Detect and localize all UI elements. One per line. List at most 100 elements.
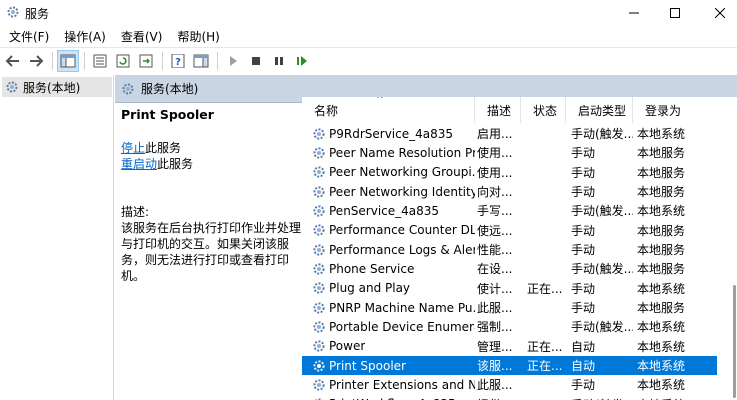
stop-service-button[interactable] xyxy=(245,50,267,72)
service-status xyxy=(521,124,566,143)
restart-service-button[interactable] xyxy=(291,50,313,72)
toolbar-separator xyxy=(217,52,218,70)
maximize-button[interactable] xyxy=(652,0,698,26)
window-title: 服务 xyxy=(25,7,50,21)
service-name: Printer Extensions and N... xyxy=(329,377,475,392)
service-name-cell: Plug and Play xyxy=(302,279,475,298)
service-name: Plug and Play xyxy=(329,281,411,296)
close-button[interactable] xyxy=(697,0,737,26)
service-status xyxy=(521,163,566,182)
service-startup-type: 自动 xyxy=(571,359,596,374)
service-startup-type: 手动 xyxy=(571,378,596,393)
service-gear-icon xyxy=(313,186,325,198)
service-description: 强制... xyxy=(477,320,513,335)
table-row[interactable]: Performance Logs & Aler... 性能... 手动 本地服务 xyxy=(302,240,717,259)
menu-action[interactable]: 操作(A) xyxy=(59,28,111,45)
vertical-scrollbar[interactable] xyxy=(717,97,737,400)
column-header-log-on-as[interactable]: 登录为 xyxy=(633,97,717,123)
toolbar: ? xyxy=(0,47,737,74)
column-header-name[interactable]: ^ 名称 xyxy=(302,97,475,123)
service-name: Peer Networking Groupi... xyxy=(329,165,475,180)
table-row[interactable]: Peer Networking Identity... 向对... 手动 本地服务 xyxy=(302,182,717,201)
service-rows: P9RdrService_4a835 启用... 手动(触发... 本地系统 Peer … xyxy=(302,124,717,400)
service-startup-type: 手动 xyxy=(571,223,596,238)
sort-ascending-icon: ^ xyxy=(376,97,384,105)
table-row[interactable]: Print Spooler 该服... 正在... 自动 本地系统 xyxy=(302,355,717,376)
table-row[interactable]: PrintWorkflow_4a835提供... 手动(触发...本地系统 xyxy=(302,395,717,400)
service-log-on-as: 本地系统 xyxy=(637,127,686,142)
service-description: 在设... xyxy=(477,262,513,277)
service-description: 使用... xyxy=(477,165,513,180)
export-list-button[interactable] xyxy=(135,50,157,72)
menu-help[interactable]: 帮助(H) xyxy=(172,28,224,45)
description-label: 描述: xyxy=(121,205,150,219)
service-name: Phone Service xyxy=(329,261,415,276)
table-row[interactable]: Peer Networking Groupi... 使用... 手动 本地服务 xyxy=(302,163,717,182)
back-button[interactable] xyxy=(2,50,24,72)
table-row[interactable]: P9RdrService_4a835 启用... 手动(触发... 本地系统 xyxy=(302,124,717,143)
service-details: Print Spooler 停止此服务 重启动此服务 描述: 该服务在后台执行打… xyxy=(121,107,305,284)
column-header-log-on-as-label: 登录为 xyxy=(645,103,682,118)
restart-service-line: 重启动此服务 xyxy=(121,156,305,172)
show-hide-action-pane-icon xyxy=(193,54,209,68)
service-log-on-as: 本地系统 xyxy=(637,378,686,393)
service-gear-icon xyxy=(313,302,325,314)
forward-arrow-icon xyxy=(30,55,44,67)
properties-button[interactable] xyxy=(89,50,111,72)
show-hide-action-pane-button[interactable] xyxy=(190,50,212,72)
service-description: 此服... xyxy=(477,378,513,393)
table-row[interactable]: Plug and Play 使计... 正在... 手动 本地系统 xyxy=(302,279,717,298)
close-icon xyxy=(715,8,725,18)
service-log-on-as: 本地系统 xyxy=(633,395,717,400)
service-status xyxy=(521,259,566,278)
service-name: Portable Device Enumera... xyxy=(329,319,475,334)
table-row[interactable]: PenService_4a835 手写... 手动(触发... 本地系统 xyxy=(302,201,717,220)
column-header-status[interactable]: 状态 xyxy=(521,97,566,123)
table-row[interactable]: Printer Extensions and N... 此服... 手动 本地系统 xyxy=(302,375,717,394)
services-gear-icon xyxy=(6,81,18,93)
service-log-on-as: 本地服务 xyxy=(637,146,686,161)
column-header-startup-type[interactable]: 启动类型 xyxy=(566,97,633,123)
service-gear-icon xyxy=(313,128,325,140)
service-description: 启用... xyxy=(477,127,513,142)
tree-item-local-services[interactable]: 服务(本地) xyxy=(2,77,112,97)
column-header-description[interactable]: 描述 xyxy=(475,97,521,123)
service-status: 正在... xyxy=(527,339,563,354)
refresh-button[interactable] xyxy=(112,50,134,72)
menu-view[interactable]: 查看(V) xyxy=(116,28,168,45)
table-row[interactable]: PNRP Machine Name Pu... 此服... 手动 本地服务 xyxy=(302,298,717,317)
table-row[interactable]: Portable Device Enumera...强制... 手动(触发... 本… xyxy=(302,317,717,336)
forward-button[interactable] xyxy=(25,50,47,72)
console-tree-button[interactable] xyxy=(57,50,79,72)
service-name: PenService_4a835 xyxy=(329,203,440,218)
start-service-button[interactable] xyxy=(222,50,244,72)
stop-service-icon xyxy=(252,57,260,65)
service-log-on-as: 本地系统 xyxy=(637,320,686,335)
service-log-on-as: 本地系统 xyxy=(637,204,686,219)
refresh-icon xyxy=(116,54,130,68)
service-log-on-as: 本地服务 xyxy=(637,165,686,180)
start-service-icon xyxy=(230,56,237,66)
service-description: 使计... xyxy=(477,281,513,296)
service-description: 管理... xyxy=(477,339,513,354)
table-row[interactable]: Peer Name Resolution Pr... 使用... 手动 本地服务 xyxy=(302,143,717,162)
stop-service-link[interactable]: 停止 xyxy=(121,141,145,155)
service-startup-type: 手动(触发... xyxy=(571,127,633,142)
table-row[interactable]: Power 管理... 正在... 自动 本地系统 xyxy=(302,337,717,356)
table-row[interactable]: Phone Service 在设... 手动(触发... 本地服务 xyxy=(302,259,717,278)
minimize-button[interactable] xyxy=(611,0,657,26)
service-status xyxy=(521,395,566,400)
service-log-on-as: 本地系统 xyxy=(637,281,686,296)
help-icon: ? xyxy=(171,54,185,68)
pause-service-button[interactable] xyxy=(268,50,290,72)
help-button[interactable]: ? xyxy=(167,50,189,72)
service-name: Power xyxy=(329,339,366,354)
menu-file[interactable]: 文件(F) xyxy=(4,28,54,45)
service-status: 正在... xyxy=(527,281,563,296)
restart-service-link[interactable]: 重启动 xyxy=(121,157,157,171)
column-header-description-label: 描述 xyxy=(487,103,512,118)
service-name-cell: PenService_4a835 xyxy=(302,201,475,220)
service-startup-type: 手动 xyxy=(571,185,596,200)
table-row[interactable]: Performance Counter DL... 使远... 手动 本地服务 xyxy=(302,221,717,240)
scrollbar-thumb[interactable] xyxy=(733,285,736,398)
